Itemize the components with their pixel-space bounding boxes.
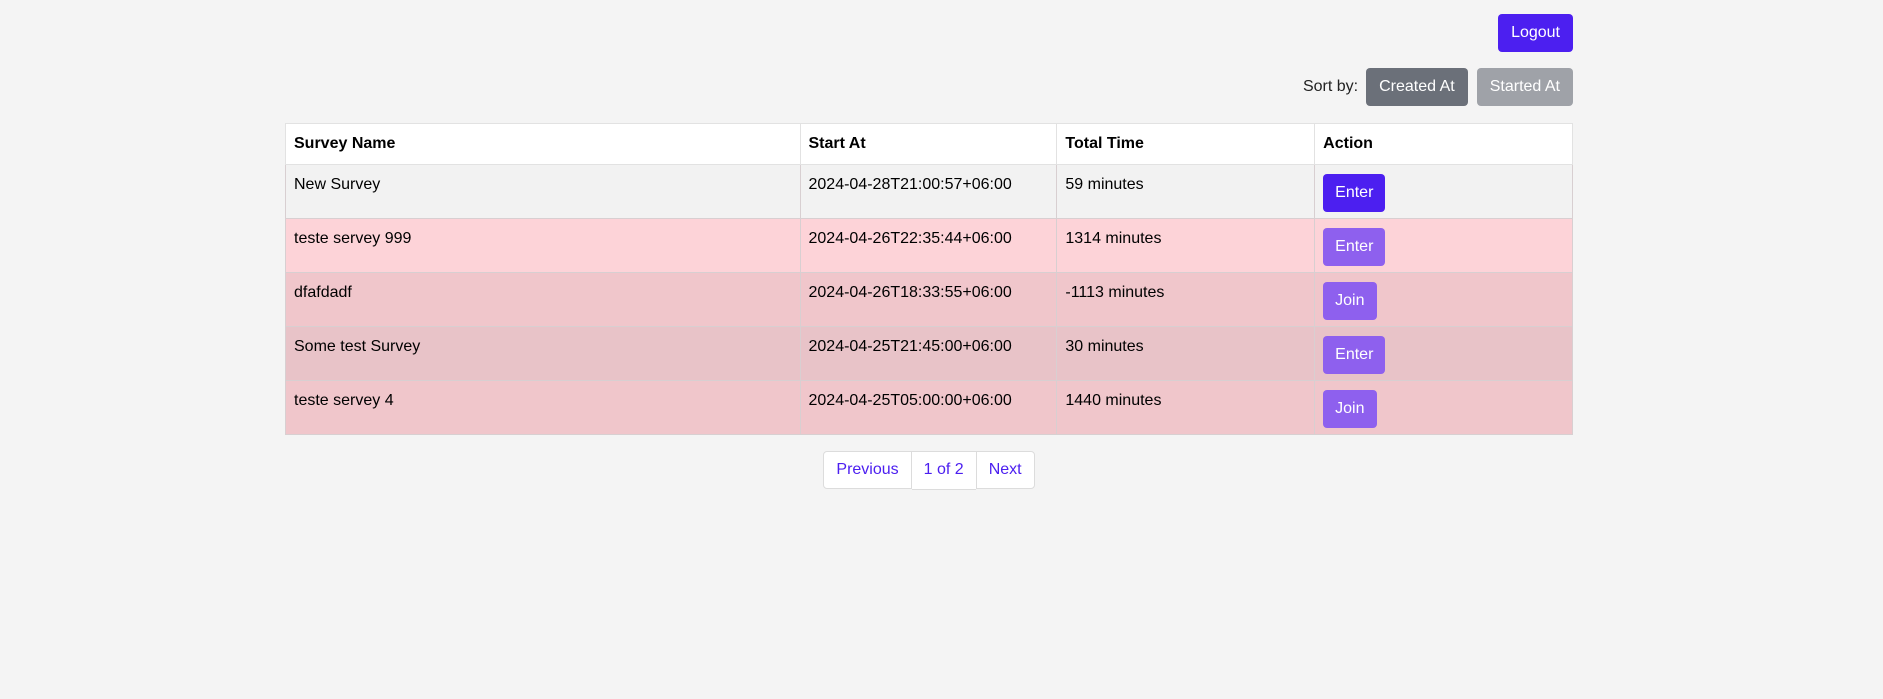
sort-bar: Sort by: Created At Started At xyxy=(285,68,1573,106)
top-bar: Logout xyxy=(285,0,1573,52)
cell-total-time: 30 minutes xyxy=(1056,326,1316,381)
cell-survey-name: teste servey 4 xyxy=(285,380,801,435)
cell-start-at: 2024-04-26T22:35:44+06:00 xyxy=(799,218,1058,273)
cell-total-time: 1314 minutes xyxy=(1056,218,1316,273)
join-survey-button[interactable]: Join xyxy=(1323,282,1377,320)
cell-total-time: -1113 minutes xyxy=(1056,272,1316,327)
logout-button[interactable]: Logout xyxy=(1498,14,1573,52)
cell-action: Join xyxy=(1314,272,1573,327)
page-indicator: 1 of 2 xyxy=(911,451,976,490)
column-header-total-time: Total Time xyxy=(1056,123,1316,165)
column-header-action: Action xyxy=(1314,123,1573,165)
table-header-row: Survey Name Start At Total Time Action xyxy=(285,123,1573,165)
previous-page-button[interactable]: Previous xyxy=(823,451,912,489)
cell-action: Enter xyxy=(1314,218,1573,273)
pagination: Previous 1 of 2 Next xyxy=(285,451,1573,490)
cell-action: Enter xyxy=(1314,326,1573,381)
cell-total-time: 59 minutes xyxy=(1056,164,1316,219)
cell-action: Enter xyxy=(1314,164,1573,219)
cell-survey-name: Some test Survey xyxy=(285,326,801,381)
cell-survey-name: teste servey 999 xyxy=(285,218,801,273)
enter-survey-button[interactable]: Enter xyxy=(1323,174,1386,212)
next-page-button[interactable]: Next xyxy=(975,451,1035,489)
column-header-survey-name: Survey Name xyxy=(285,123,801,165)
table-body: New Survey 2024-04-28T21:00:57+06:00 59 mi… xyxy=(285,164,1573,435)
cell-start-at: 2024-04-25T05:00:00+06:00 xyxy=(799,380,1058,435)
enter-survey-button[interactable]: Enter xyxy=(1323,228,1386,266)
sort-created-at-button[interactable]: Created At xyxy=(1366,68,1468,106)
cell-survey-name: dfafdadf xyxy=(285,272,801,327)
cell-survey-name: New Survey xyxy=(285,164,801,219)
table-row: teste servey 4 2024-04-25T05:00:00+06:00 1… xyxy=(285,380,1573,435)
sort-started-at-button[interactable]: Started At xyxy=(1476,68,1573,106)
column-header-start-at: Start At xyxy=(799,123,1058,165)
join-survey-button[interactable]: Join xyxy=(1323,390,1377,428)
surveys-table: Survey Name Start At Total Time Action N… xyxy=(285,123,1573,435)
table-row: New Survey 2024-04-28T21:00:57+06:00 59 mi… xyxy=(285,164,1573,219)
sort-label: Sort by: xyxy=(1302,78,1359,95)
cell-start-at: 2024-04-25T21:45:00+06:00 xyxy=(799,326,1058,381)
cell-start-at: 2024-04-26T18:33:55+06:00 xyxy=(799,272,1058,327)
page: Logout Sort by: Created At Started At Su… xyxy=(0,0,1883,699)
table-row: Some test Survey 2024-04-25T21:45:00+06:0… xyxy=(285,326,1573,381)
enter-survey-button[interactable]: Enter xyxy=(1323,336,1386,374)
table-row: dfafdadf 2024-04-26T18:33:55+06:00 -1113 m… xyxy=(285,272,1573,327)
cell-action: Join xyxy=(1314,380,1573,435)
main-container: Logout Sort by: Created At Started At Su… xyxy=(285,0,1573,490)
table-row: teste servey 999 2024-04-26T22:35:44+06:0… xyxy=(285,218,1573,273)
cell-total-time: 1440 minutes xyxy=(1056,380,1316,435)
cell-start-at: 2024-04-28T21:00:57+06:00 xyxy=(799,164,1058,219)
